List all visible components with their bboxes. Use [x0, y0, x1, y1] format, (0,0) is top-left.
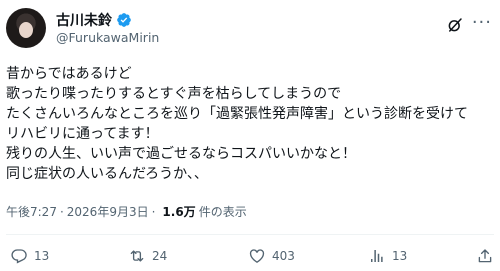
meta-separator: ·	[59, 204, 64, 219]
post-header: 古川未鈴 @FurukawaMirin ···	[6, 8, 494, 52]
reply-button[interactable]: 13	[10, 247, 49, 265]
post-time[interactable]: 午後7:27	[6, 203, 57, 220]
author-handle[interactable]: @FurukawaMirin	[56, 30, 159, 45]
views-button[interactable]: 13	[368, 247, 407, 265]
meta-separator: ·	[151, 204, 156, 219]
author-display-name[interactable]: 古川未鈴	[56, 10, 112, 30]
like-button[interactable]: 403	[248, 247, 295, 265]
grok-icon[interactable]	[446, 16, 464, 34]
views-count: 1.6万	[162, 205, 196, 219]
like-icon	[249, 249, 265, 263]
share-button[interactable]	[476, 247, 494, 265]
post-line: 歌ったり喋ったりするとすぐ声を枯らしてしまうので	[6, 86, 342, 102]
action-bar: 13 24 403 13	[6, 247, 494, 267]
reply-count: 13	[34, 249, 50, 263]
divider	[6, 234, 494, 235]
retweet-button[interactable]: 24	[128, 247, 167, 265]
post-line: 同じ症状の人いるんだろうか、、	[6, 166, 208, 182]
like-count: 403	[272, 249, 295, 263]
avatar[interactable]	[6, 8, 46, 48]
more-icon[interactable]: ···	[472, 12, 492, 33]
post-meta: 午後7:27 · 2026年9月3日 · 1.6万 件の表示	[6, 203, 247, 220]
post-line: 昔からではあるけど	[6, 66, 132, 82]
post-line: リハビリに通ってます！	[6, 126, 159, 142]
retweet-count: 24	[152, 249, 168, 263]
reply-icon	[11, 249, 27, 264]
views-action-count: 13	[392, 249, 408, 263]
retweet-icon	[130, 250, 144, 262]
author-name-row: 古川未鈴	[56, 10, 132, 30]
post-date[interactable]: 2026年9月3日	[67, 203, 149, 220]
views-icon	[371, 250, 383, 262]
post-line: 残りの人生、いい声で過ごせるならコスパいいかなと！	[6, 146, 356, 162]
share-icon	[478, 249, 492, 263]
post-line: たくさんいろんなところを巡り「過緊張性発声障害」という診断を受けて	[6, 106, 468, 122]
post-text: 昔からではあるけど 歌ったり喋ったりするとすぐ声を枯らしてしまうので たくさんい…	[6, 64, 496, 184]
views-label: 件の表示	[198, 205, 247, 219]
verified-badge-icon	[117, 13, 131, 27]
